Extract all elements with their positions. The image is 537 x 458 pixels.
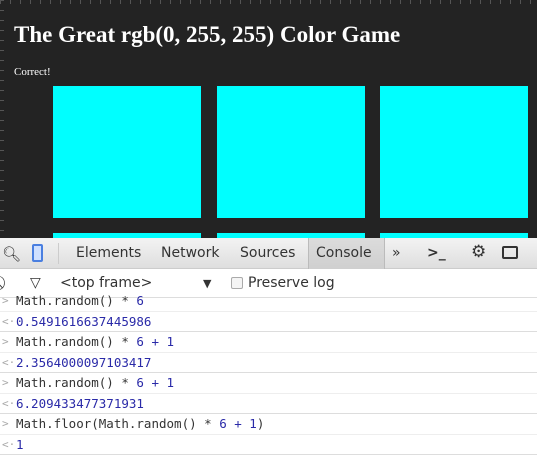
code: Math.random() * [16,375,137,390]
device-mode-icon[interactable] [32,244,43,262]
result: 1 [16,436,24,452]
tab-elements[interactable]: Elements [76,245,141,261]
tab-network[interactable]: Network [161,245,219,261]
divider [58,243,59,264]
code: Math.random() * [16,293,137,308]
filter-icon[interactable]: ▽ [30,275,41,291]
result: 6.209433477371931 [16,395,144,411]
code-number: 6 + 1 [136,334,175,349]
dock-icon[interactable] [502,246,518,259]
preserve-log-checkbox[interactable] [231,277,243,289]
page-title: The Great rgb(0, 255, 255) Color Game [14,22,401,47]
color-square[interactable] [53,86,201,218]
code-number: 6 [136,293,144,308]
console-input-line: > Math.random() * 6 [0,291,537,312]
console-input-line: > Math.floor(Math.random() * 6 + 1) [0,414,537,435]
message: Correct! [14,66,51,78]
preserve-log-label: Preserve log [248,275,335,291]
console-output-line: <· 6.209433477371931 [0,394,537,414]
console-input-line: > Math.random() * 6 + 1 [0,373,537,394]
horizontal-ruler [0,0,537,4]
code: Math.random() * [16,334,137,349]
code-number: 6 + 1 [219,416,257,431]
chevron-down-icon[interactable]: ▼ [203,277,211,290]
console-input-line: > Math.random() * 6 + 1 [0,332,537,353]
console-output-line: <· 0.5491616637445986 [0,312,537,332]
code-number: 6 + 1 [136,375,175,390]
tab-sources[interactable]: Sources [240,245,295,261]
result: 0.5491616637445986 [16,313,152,329]
frame-select[interactable]: <top frame> [60,275,152,291]
search-icon[interactable]: 🔍︎ [2,245,21,263]
result: 2.3564000097103417 [16,354,152,370]
console-output-line: <· 1 [0,435,537,455]
console-drawer-icon[interactable]: >_ [427,245,446,261]
console-output-line: <· 2.3564000097103417 [0,353,537,373]
color-square[interactable] [217,86,365,218]
tab-console[interactable]: Console [316,245,372,261]
code: Math.floor(Math.random() * [16,416,220,431]
vertical-ruler [0,0,4,238]
game-page: The Great rgb(0, 255, 255) Color Game Co… [0,0,537,238]
console-output[interactable]: > Math.random() * 6 <· 0.5491616637445986 … [0,293,537,455]
more-tabs-button[interactable]: » [392,245,401,261]
color-square[interactable] [380,86,528,218]
code: ) [256,416,265,431]
gear-icon[interactable]: ⚙ [471,242,486,262]
devtools-toolbar: 🔍︎ Elements Network Sources Console » >_… [0,238,537,269]
